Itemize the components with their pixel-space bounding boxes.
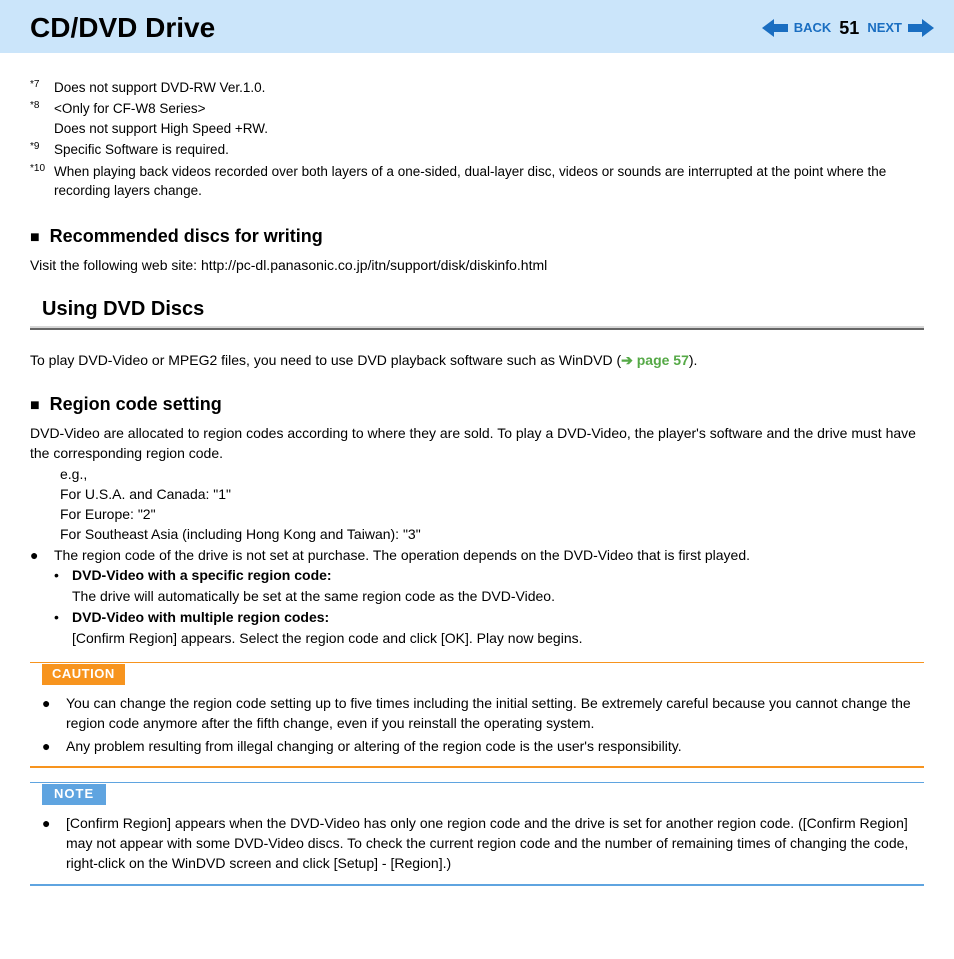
- caution-item: ● Any problem resulting from illegal cha…: [42, 736, 924, 756]
- bullet-icon: ●: [42, 693, 66, 734]
- bullet-icon: ●: [42, 736, 66, 756]
- caution-text: Any problem resulting from illegal chang…: [66, 736, 682, 756]
- next-button[interactable]: NEXT: [867, 19, 902, 38]
- caution-label: CAUTION: [42, 664, 125, 685]
- link-arrow-icon: ➔: [621, 352, 633, 368]
- footnote-marker: *10: [30, 162, 54, 201]
- footnote-text: Does not support DVD-RW Ver.1.0.: [54, 78, 265, 98]
- footnote-text: <Only for CF-W8 Series> Does not support…: [54, 99, 268, 138]
- recommended-text: Visit the following web site: http://pc-…: [30, 255, 924, 275]
- page-header: CD/DVD Drive BACK 51 NEXT: [0, 0, 954, 53]
- page-content: *7 Does not support DVD-RW Ver.1.0. *8 <…: [0, 53, 954, 916]
- bullet-body: The region code of the drive is not set …: [54, 545, 750, 648]
- region-p1: DVD-Video are allocated to region codes …: [30, 423, 924, 464]
- eg-line: For Southeast Asia (including Hong Kong …: [60, 524, 924, 544]
- back-arrow-icon[interactable]: [762, 19, 788, 37]
- using-intro: To play DVD-Video or MPEG2 files, you ne…: [30, 350, 924, 370]
- footnote-text: Specific Software is required.: [54, 140, 229, 160]
- footnote-marker: *7: [30, 78, 54, 98]
- footnote-marker: *8: [30, 99, 54, 138]
- page-link[interactable]: ➔ page 57: [621, 352, 689, 368]
- note-label: NOTE: [42, 784, 106, 805]
- region-examples: e.g., For U.S.A. and Canada: "1" For Eur…: [60, 464, 924, 545]
- page-nav: BACK 51 NEXT: [762, 15, 934, 41]
- footnote-line: Does not support High Speed +RW.: [54, 119, 268, 139]
- sub-bullet-title: DVD-Video with multiple region codes:: [72, 607, 329, 627]
- intro-text-b: ).: [689, 352, 698, 368]
- note-text: [Confirm Region] appears when the DVD-Vi…: [66, 813, 924, 874]
- bullet-text: The region code of the drive is not set …: [54, 545, 750, 565]
- subheading-region: Region code setting: [30, 391, 924, 417]
- next-arrow-icon[interactable]: [908, 19, 934, 37]
- region-bullet: ● The region code of the drive is not se…: [30, 545, 924, 648]
- footnote-text: When playing back videos recorded over b…: [54, 162, 924, 201]
- section-divider: [30, 326, 924, 330]
- note-block: NOTE ● [Confirm Region] appears when the…: [30, 782, 924, 886]
- caution-item: ● You can change the region code setting…: [42, 693, 924, 734]
- sub-bullet-text: The drive will automatically be set at t…: [72, 586, 750, 606]
- caution-text: You can change the region code setting u…: [66, 693, 924, 734]
- caution-bottom-rule: [30, 766, 924, 768]
- footnote-marker: *9: [30, 140, 54, 160]
- subheading-recommended: Recommended discs for writing: [30, 223, 924, 249]
- sub-bullet-text: [Confirm Region] appears. Select the reg…: [72, 628, 750, 648]
- eg-label: e.g.,: [60, 464, 924, 484]
- sub-bullet-icon: •: [54, 607, 72, 627]
- bullet-icon: ●: [30, 545, 54, 648]
- footnotes-block: *7 Does not support DVD-RW Ver.1.0. *8 <…: [30, 78, 924, 201]
- page-title: CD/DVD Drive: [30, 8, 215, 49]
- note-item: ● [Confirm Region] appears when the DVD-…: [42, 813, 924, 874]
- footnote-line: <Only for CF-W8 Series>: [54, 99, 268, 119]
- sub-bullet-icon: •: [54, 565, 72, 585]
- intro-text-a: To play DVD-Video or MPEG2 files, you ne…: [30, 352, 621, 368]
- eg-line: For U.S.A. and Canada: "1": [60, 484, 924, 504]
- caution-block: CAUTION ● You can change the region code…: [30, 662, 924, 768]
- eg-line: For Europe: "2": [60, 504, 924, 524]
- back-button[interactable]: BACK: [794, 19, 832, 38]
- sub-bullet-title: DVD-Video with a specific region code:: [72, 565, 332, 585]
- bullet-icon: ●: [42, 813, 66, 874]
- link-text: page 57: [633, 352, 689, 368]
- page-number: 51: [839, 15, 859, 41]
- section-using-discs: Using DVD Discs: [42, 295, 924, 324]
- note-bottom-rule: [30, 884, 924, 886]
